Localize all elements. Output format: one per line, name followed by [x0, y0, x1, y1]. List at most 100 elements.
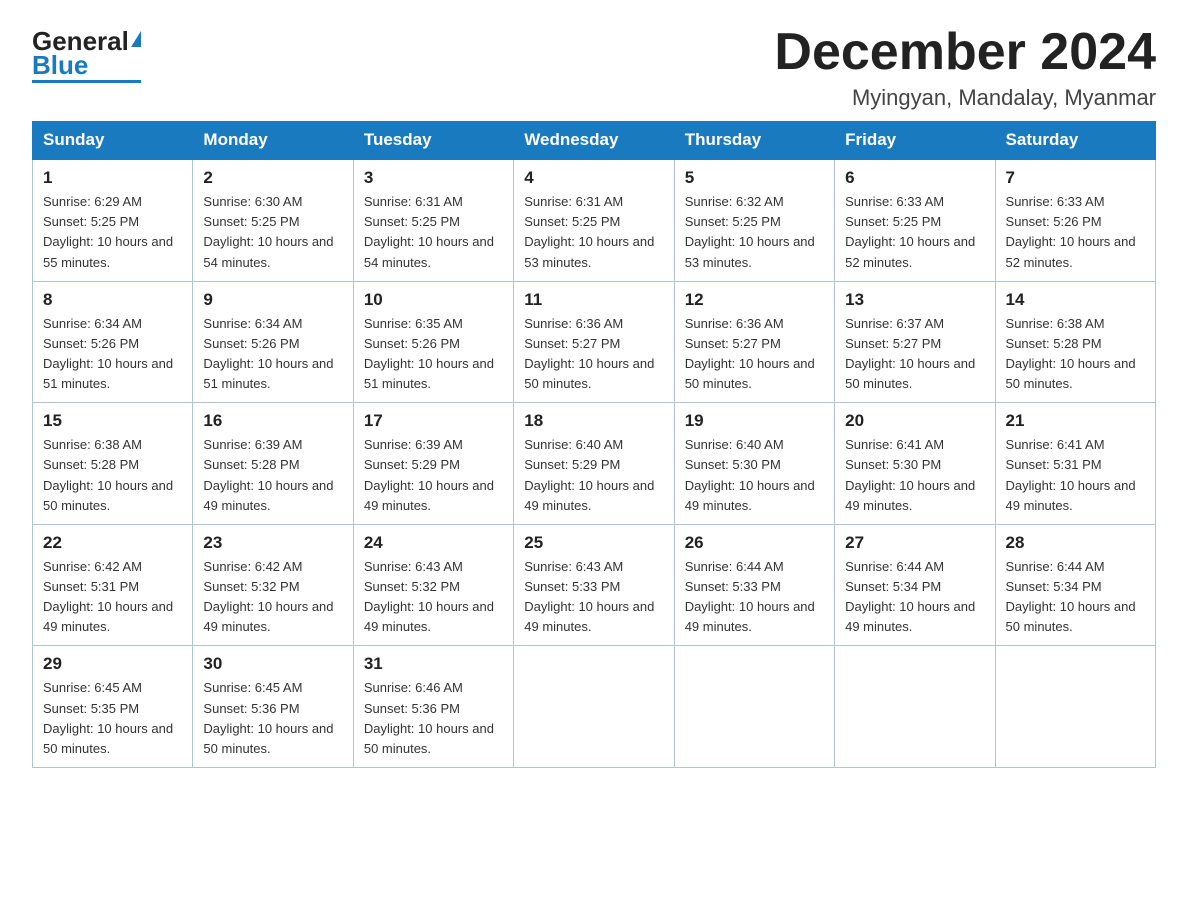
calendar-cell: 30 Sunrise: 6:45 AMSunset: 5:36 PMDaylig… [193, 646, 353, 768]
day-info: Sunrise: 6:35 AMSunset: 5:26 PMDaylight:… [364, 314, 503, 395]
day-info: Sunrise: 6:30 AMSunset: 5:25 PMDaylight:… [203, 192, 342, 273]
calendar-table: SundayMondayTuesdayWednesdayThursdayFrid… [32, 121, 1156, 768]
day-info: Sunrise: 6:38 AMSunset: 5:28 PMDaylight:… [1006, 314, 1145, 395]
calendar-cell: 20 Sunrise: 6:41 AMSunset: 5:30 PMDaylig… [835, 403, 995, 525]
day-number: 2 [203, 168, 342, 188]
calendar-cell: 10 Sunrise: 6:35 AMSunset: 5:26 PMDaylig… [353, 281, 513, 403]
day-number: 14 [1006, 290, 1145, 310]
calendar-cell: 21 Sunrise: 6:41 AMSunset: 5:31 PMDaylig… [995, 403, 1155, 525]
day-info: Sunrise: 6:44 AMSunset: 5:33 PMDaylight:… [685, 557, 824, 638]
page-header: General Blue December 2024 Myingyan, Man… [32, 24, 1156, 111]
day-info: Sunrise: 6:45 AMSunset: 5:36 PMDaylight:… [203, 678, 342, 759]
day-info: Sunrise: 6:39 AMSunset: 5:28 PMDaylight:… [203, 435, 342, 516]
calendar-week-row: 29 Sunrise: 6:45 AMSunset: 5:35 PMDaylig… [33, 646, 1156, 768]
calendar-cell: 26 Sunrise: 6:44 AMSunset: 5:33 PMDaylig… [674, 524, 834, 646]
day-number: 25 [524, 533, 663, 553]
day-number: 17 [364, 411, 503, 431]
calendar-cell: 19 Sunrise: 6:40 AMSunset: 5:30 PMDaylig… [674, 403, 834, 525]
day-info: Sunrise: 6:31 AMSunset: 5:25 PMDaylight:… [364, 192, 503, 273]
day-info: Sunrise: 6:40 AMSunset: 5:30 PMDaylight:… [685, 435, 824, 516]
calendar-cell: 22 Sunrise: 6:42 AMSunset: 5:31 PMDaylig… [33, 524, 193, 646]
weekday-header-saturday: Saturday [995, 122, 1155, 160]
day-number: 29 [43, 654, 182, 674]
day-info: Sunrise: 6:39 AMSunset: 5:29 PMDaylight:… [364, 435, 503, 516]
day-number: 18 [524, 411, 663, 431]
calendar-week-row: 15 Sunrise: 6:38 AMSunset: 5:28 PMDaylig… [33, 403, 1156, 525]
day-number: 5 [685, 168, 824, 188]
calendar-cell: 14 Sunrise: 6:38 AMSunset: 5:28 PMDaylig… [995, 281, 1155, 403]
calendar-cell: 7 Sunrise: 6:33 AMSunset: 5:26 PMDayligh… [995, 159, 1155, 281]
calendar-cell: 31 Sunrise: 6:46 AMSunset: 5:36 PMDaylig… [353, 646, 513, 768]
calendar-cell: 12 Sunrise: 6:36 AMSunset: 5:27 PMDaylig… [674, 281, 834, 403]
day-number: 6 [845, 168, 984, 188]
calendar-week-row: 1 Sunrise: 6:29 AMSunset: 5:25 PMDayligh… [33, 159, 1156, 281]
calendar-subtitle: Myingyan, Mandalay, Myanmar [774, 85, 1156, 111]
day-number: 16 [203, 411, 342, 431]
day-number: 28 [1006, 533, 1145, 553]
day-number: 8 [43, 290, 182, 310]
calendar-cell: 28 Sunrise: 6:44 AMSunset: 5:34 PMDaylig… [995, 524, 1155, 646]
day-number: 22 [43, 533, 182, 553]
calendar-cell: 16 Sunrise: 6:39 AMSunset: 5:28 PMDaylig… [193, 403, 353, 525]
calendar-cell: 17 Sunrise: 6:39 AMSunset: 5:29 PMDaylig… [353, 403, 513, 525]
day-info: Sunrise: 6:37 AMSunset: 5:27 PMDaylight:… [845, 314, 984, 395]
day-info: Sunrise: 6:44 AMSunset: 5:34 PMDaylight:… [1006, 557, 1145, 638]
day-info: Sunrise: 6:34 AMSunset: 5:26 PMDaylight:… [203, 314, 342, 395]
day-number: 3 [364, 168, 503, 188]
day-number: 15 [43, 411, 182, 431]
calendar-cell: 27 Sunrise: 6:44 AMSunset: 5:34 PMDaylig… [835, 524, 995, 646]
weekday-header-wednesday: Wednesday [514, 122, 674, 160]
calendar-cell: 11 Sunrise: 6:36 AMSunset: 5:27 PMDaylig… [514, 281, 674, 403]
weekday-header-thursday: Thursday [674, 122, 834, 160]
day-number: 10 [364, 290, 503, 310]
day-number: 7 [1006, 168, 1145, 188]
day-info: Sunrise: 6:33 AMSunset: 5:25 PMDaylight:… [845, 192, 984, 273]
day-number: 23 [203, 533, 342, 553]
calendar-cell: 15 Sunrise: 6:38 AMSunset: 5:28 PMDaylig… [33, 403, 193, 525]
calendar-cell: 29 Sunrise: 6:45 AMSunset: 5:35 PMDaylig… [33, 646, 193, 768]
calendar-cell: 2 Sunrise: 6:30 AMSunset: 5:25 PMDayligh… [193, 159, 353, 281]
day-info: Sunrise: 6:33 AMSunset: 5:26 PMDaylight:… [1006, 192, 1145, 273]
calendar-cell: 23 Sunrise: 6:42 AMSunset: 5:32 PMDaylig… [193, 524, 353, 646]
day-info: Sunrise: 6:31 AMSunset: 5:25 PMDaylight:… [524, 192, 663, 273]
day-number: 27 [845, 533, 984, 553]
day-info: Sunrise: 6:29 AMSunset: 5:25 PMDaylight:… [43, 192, 182, 273]
day-number: 13 [845, 290, 984, 310]
day-info: Sunrise: 6:44 AMSunset: 5:34 PMDaylight:… [845, 557, 984, 638]
calendar-title: December 2024 [774, 24, 1156, 81]
day-number: 11 [524, 290, 663, 310]
weekday-header-tuesday: Tuesday [353, 122, 513, 160]
calendar-cell: 25 Sunrise: 6:43 AMSunset: 5:33 PMDaylig… [514, 524, 674, 646]
day-info: Sunrise: 6:32 AMSunset: 5:25 PMDaylight:… [685, 192, 824, 273]
calendar-week-row: 8 Sunrise: 6:34 AMSunset: 5:26 PMDayligh… [33, 281, 1156, 403]
calendar-cell: 24 Sunrise: 6:43 AMSunset: 5:32 PMDaylig… [353, 524, 513, 646]
day-info: Sunrise: 6:36 AMSunset: 5:27 PMDaylight:… [685, 314, 824, 395]
day-number: 24 [364, 533, 503, 553]
calendar-cell [674, 646, 834, 768]
logo-blue-text: Blue [32, 52, 88, 78]
day-info: Sunrise: 6:42 AMSunset: 5:32 PMDaylight:… [203, 557, 342, 638]
day-info: Sunrise: 6:43 AMSunset: 5:32 PMDaylight:… [364, 557, 503, 638]
calendar-cell: 5 Sunrise: 6:32 AMSunset: 5:25 PMDayligh… [674, 159, 834, 281]
weekday-header-row: SundayMondayTuesdayWednesdayThursdayFrid… [33, 122, 1156, 160]
day-info: Sunrise: 6:38 AMSunset: 5:28 PMDaylight:… [43, 435, 182, 516]
day-info: Sunrise: 6:46 AMSunset: 5:36 PMDaylight:… [364, 678, 503, 759]
calendar-cell: 6 Sunrise: 6:33 AMSunset: 5:25 PMDayligh… [835, 159, 995, 281]
weekday-header-sunday: Sunday [33, 122, 193, 160]
day-info: Sunrise: 6:36 AMSunset: 5:27 PMDaylight:… [524, 314, 663, 395]
logo-triangle-icon [131, 31, 141, 47]
calendar-cell [514, 646, 674, 768]
calendar-cell [995, 646, 1155, 768]
calendar-cell [835, 646, 995, 768]
logo: General Blue [32, 24, 141, 83]
day-info: Sunrise: 6:45 AMSunset: 5:35 PMDaylight:… [43, 678, 182, 759]
day-info: Sunrise: 6:42 AMSunset: 5:31 PMDaylight:… [43, 557, 182, 638]
day-info: Sunrise: 6:41 AMSunset: 5:30 PMDaylight:… [845, 435, 984, 516]
calendar-week-row: 22 Sunrise: 6:42 AMSunset: 5:31 PMDaylig… [33, 524, 1156, 646]
day-number: 19 [685, 411, 824, 431]
day-info: Sunrise: 6:34 AMSunset: 5:26 PMDaylight:… [43, 314, 182, 395]
day-number: 21 [1006, 411, 1145, 431]
day-info: Sunrise: 6:41 AMSunset: 5:31 PMDaylight:… [1006, 435, 1145, 516]
day-number: 30 [203, 654, 342, 674]
weekday-header-monday: Monday [193, 122, 353, 160]
